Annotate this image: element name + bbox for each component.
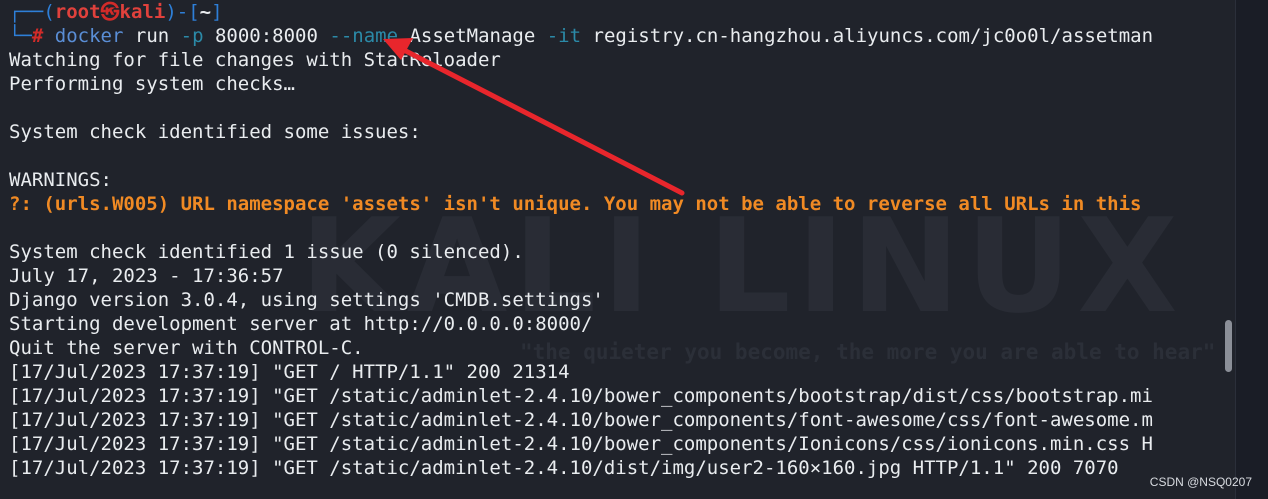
cmd-docker: docker <box>54 25 124 47</box>
prompt-corner-2: └─ <box>9 25 32 47</box>
prompt-bracket-close: ] <box>211 1 223 23</box>
log-line: [17/Jul/2023 17:37:19] "GET /static/admi… <box>9 457 1119 479</box>
output-line: Quit the server with CONTROL-C. <box>9 337 364 359</box>
output-line: July 17, 2023 - 17:36:57 <box>9 265 284 287</box>
prompt-directory: ~ <box>199 1 212 23</box>
output-line: WARNINGS: <box>9 169 112 191</box>
warning-line: ?: (urls.W005) URL namespace 'assets' is… <box>9 193 1142 215</box>
prompt-host: kali <box>119 1 166 23</box>
prompt-corner: ┌──( <box>9 1 55 23</box>
cmd-run: run <box>123 25 181 47</box>
cmd-name-flag: --name <box>329 25 399 47</box>
prompt-at-symbol: ㉿ <box>100 1 120 23</box>
output-line: Starting development server at http://0.… <box>9 313 593 335</box>
log-line: [17/Jul/2023 17:37:19] "GET /static/admi… <box>9 385 1153 407</box>
prompt-bracket: )-[ <box>165 1 200 23</box>
cmd-ports: 8000:8000 <box>203 25 330 47</box>
terminal-output: ┌──(root㉿kali)-[~] └─# docker run -p 800… <box>9 0 1224 480</box>
command-line[interactable]: └─# docker run -p 8000:8000 --name Asset… <box>9 24 1224 48</box>
cmd-image: registry.cn-hangzhou.aliyuncs.com/jc0o0l… <box>581 25 1154 47</box>
side-panel <box>1235 0 1268 499</box>
log-line: [17/Jul/2023 17:37:19] "GET /static/admi… <box>9 433 1153 455</box>
prompt-user: root <box>54 1 101 23</box>
cmd-it-flag: -it <box>546 25 582 47</box>
output-line: System check identified some issues: <box>9 121 421 143</box>
credit-watermark: CSDN @NSQ0207 <box>1149 475 1252 489</box>
scrollbar-thumb[interactable] <box>1225 320 1232 372</box>
prompt-line: ┌──(root㉿kali)-[~] <box>9 0 1224 24</box>
cmd-port-flag: -p <box>180 25 204 47</box>
output-line: Watching for file changes with StatReloa… <box>9 49 501 71</box>
prompt-hash: # <box>31 25 44 47</box>
log-line: [17/Jul/2023 17:37:19] "GET / HTTP/1.1" … <box>9 361 570 383</box>
output-line: System check identified 1 issue (0 silen… <box>9 241 524 263</box>
output-line: Performing system checks… <box>9 73 295 95</box>
log-line: [17/Jul/2023 17:37:19] "GET /static/admi… <box>9 409 1153 431</box>
terminal-window[interactable]: KALI LINUX "the quieter you become, the … <box>0 0 1236 499</box>
output-line: Django version 3.0.4, using settings 'CM… <box>9 289 604 311</box>
cmd-name: AssetManage <box>398 25 547 47</box>
